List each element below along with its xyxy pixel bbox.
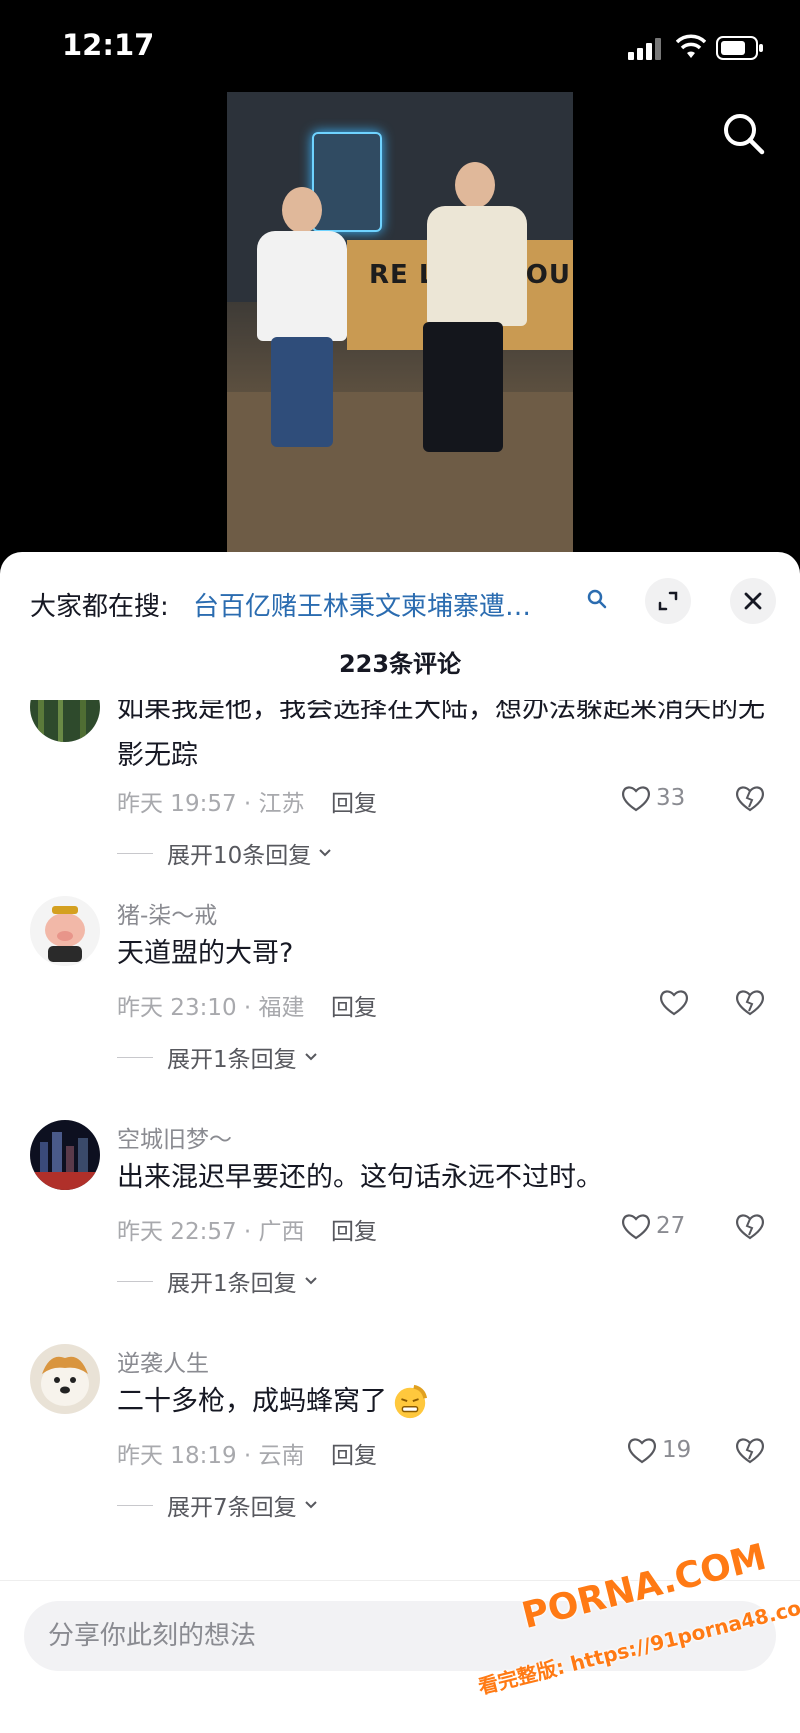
close-icon: [744, 592, 762, 610]
heart-icon: [622, 1214, 650, 1240]
comment-meta: 昨天 22:57 · 广西: [117, 1219, 305, 1245]
avatar[interactable]: [30, 896, 100, 966]
like-count: 27: [656, 1213, 686, 1239]
comment-text: 天道盟的大哥?: [117, 938, 294, 969]
chevron-down-icon: [319, 849, 331, 857]
broken-heart-icon[interactable]: [734, 986, 766, 1018]
chevron-down-icon: [304, 1501, 317, 1509]
comment-list[interactable]: 如果我是他，我会选择在大陆，想办法躲起来消失的无影无踪 昨天 19:57 · 江…: [0, 700, 800, 1590]
comment-text: 如果我是他，我会选择在大陆，想办法躲起来消失的无影无踪: [117, 700, 765, 771]
comment-username[interactable]: 猪-柒～戒: [117, 896, 217, 930]
reply-button[interactable]: 回复: [331, 988, 377, 1022]
expand-replies-button[interactable]: 展开10条回复: [117, 836, 333, 870]
broken-heart-icon[interactable]: [734, 782, 766, 814]
comment-meta: 昨天 23:10 · 福建: [117, 995, 305, 1021]
expand-button[interactable]: [645, 578, 691, 624]
expand-replies-label: 展开1条回复: [167, 1271, 297, 1297]
video-frame[interactable]: RE LEA / YOU: [227, 92, 573, 552]
comment-username[interactable]: 逆袭人生: [117, 1344, 209, 1378]
avatar[interactable]: [30, 1344, 100, 1414]
broken-heart-icon[interactable]: [734, 1434, 766, 1466]
trending-search-icon[interactable]: [586, 588, 608, 610]
signal-icon: [628, 38, 661, 60]
grimace-emoji-icon: [394, 1384, 428, 1418]
reply-button[interactable]: 回复: [331, 1436, 377, 1470]
expand-replies-label: 展开7条回复: [167, 1495, 297, 1521]
wifi-icon: [676, 34, 706, 58]
avatar[interactable]: [30, 700, 100, 742]
expand-replies-button[interactable]: 展开1条回复: [117, 1040, 319, 1074]
comment-text: 二十多枪，成蚂蜂窝了: [117, 1378, 777, 1425]
search-icon[interactable]: [720, 110, 768, 158]
status-bar: 12:17: [0, 0, 800, 92]
broken-heart-icon[interactable]: [734, 1210, 766, 1242]
video-person-right: [417, 162, 537, 462]
comment-username[interactable]: 空城旧梦～: [117, 1120, 232, 1154]
like-count: 19: [662, 1437, 692, 1463]
like-button[interactable]: 33: [620, 780, 685, 816]
like-count: 33: [656, 785, 686, 811]
video-player[interactable]: RE LEA / YOU: [0, 92, 800, 552]
comment-text: 出来混迟早要还的。这句话永远不过时。: [117, 1162, 603, 1193]
avatar[interactable]: [30, 1120, 100, 1190]
status-time: 12:17: [62, 28, 155, 62]
like-button[interactable]: [658, 984, 694, 1020]
battery-icon: [716, 36, 763, 60]
trending-label: 大家都在搜:: [30, 592, 169, 622]
comment-text-content: 二十多枪，成蚂蜂窝了: [117, 1386, 387, 1417]
close-button[interactable]: [730, 578, 776, 624]
comment-sheet-header: 大家都在搜: 台百亿赌王林秉文柬埔寨遭… 223条评论: [0, 552, 800, 678]
expand-replies-label: 展开1条回复: [167, 1047, 297, 1073]
trending-search-link[interactable]: 台百亿赌王林秉文柬埔寨遭…: [193, 586, 571, 623]
chevron-down-icon: [304, 1053, 317, 1061]
comment-meta: 昨天 18:19 · 云南: [117, 1443, 305, 1469]
expand-icon: [658, 591, 678, 611]
like-button[interactable]: 19: [626, 1432, 691, 1468]
comment-count: 223条评论: [338, 650, 462, 678]
comment-meta: 昨天 19:57 · 江苏: [117, 791, 305, 817]
chevron-down-icon: [304, 1277, 317, 1285]
reply-button[interactable]: 回复: [331, 1212, 377, 1246]
like-button[interactable]: 27: [620, 1208, 685, 1244]
expand-replies-label: 展开10条回复: [167, 843, 312, 869]
heart-icon: [660, 990, 688, 1016]
expand-replies-button[interactable]: 展开1条回复: [117, 1264, 319, 1298]
expand-replies-button[interactable]: 展开7条回复: [117, 1488, 319, 1522]
heart-icon: [628, 1438, 656, 1464]
heart-icon: [622, 786, 650, 812]
video-person-left: [257, 187, 347, 457]
reply-button[interactable]: 回复: [331, 784, 377, 818]
